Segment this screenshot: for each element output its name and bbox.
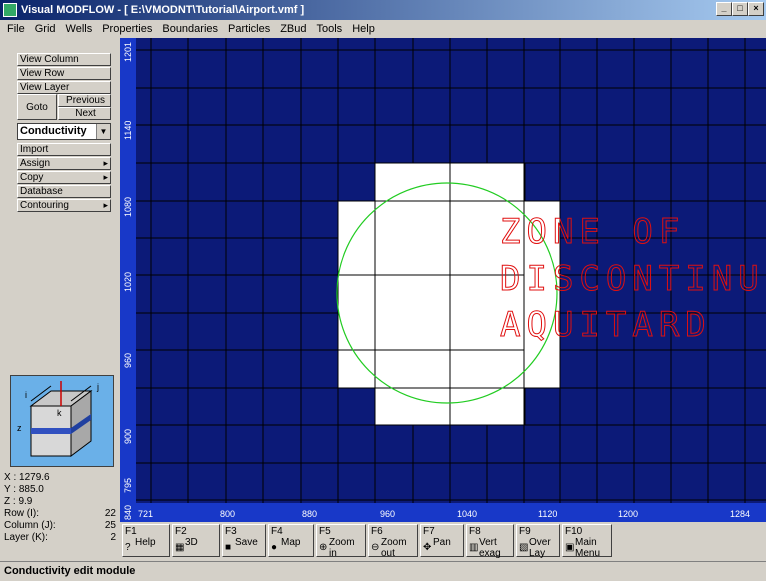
view-layer-button[interactable]: View Layer — [17, 81, 111, 94]
save-icon: ■ — [225, 542, 232, 553]
next-button[interactable]: Next — [58, 107, 111, 120]
model-grid-canvas[interactable]: ZONE OF DISCONTINU AQUITARD 1201 1140 1080 10… — [120, 38, 766, 522]
title-bar: Visual MODFLOW - [ E:\VMODNT\Tutorial\Ai… — [0, 0, 766, 20]
svg-text:z: z — [17, 423, 22, 433]
f5-zoom-in-button[interactable]: F5 ⊕ Zoom in — [316, 524, 366, 559]
column-value: 25 — [104, 520, 116, 531]
f6-zoom-out-button[interactable]: F6 ⊖ Zoom out — [368, 524, 418, 559]
zone-label: DISCONTINU — [500, 259, 765, 299]
help-icon: ? — [125, 542, 131, 553]
import-button[interactable]: Import — [17, 143, 111, 156]
y-tick-label: 1020 — [123, 272, 133, 292]
f2-3d-button[interactable]: F2 ▦ 3D — [172, 524, 220, 557]
x-tick-label: 1040 — [457, 509, 477, 519]
y-tick-label: 1080 — [123, 197, 133, 217]
maximize-button[interactable]: □ — [732, 2, 748, 16]
property-select-value: Conductivity — [20, 125, 87, 137]
y-tick-label: 960 — [123, 353, 133, 368]
y-tick-label: 795 — [123, 478, 133, 493]
y-tick-label: 840 — [123, 505, 133, 520]
x-tick-label: 880 — [302, 509, 317, 519]
chevron-down-icon[interactable]: ▼ — [96, 124, 110, 139]
svg-text:k: k — [57, 408, 62, 418]
y-tick-label: 1140 — [123, 121, 133, 140]
zoom-out-icon: ⊖ — [371, 542, 380, 553]
model-view[interactable]: ZONE OF DISCONTINU AQUITARD 1201 1140 1080 10… — [120, 38, 766, 522]
menu-help[interactable]: Help — [347, 23, 380, 35]
3d-icon: ▦ — [175, 542, 185, 553]
svg-text:i: i — [25, 390, 27, 400]
x-tick-label: 800 — [220, 509, 235, 519]
zone-label: ZONE OF — [500, 212, 685, 252]
property-select[interactable]: Conductivity ▼ — [17, 123, 111, 140]
overlay-icon: ▧ — [519, 542, 529, 553]
f3-save-button[interactable]: F3 ■ Save — [222, 524, 266, 557]
menu-zbud[interactable]: ZBud — [275, 23, 311, 35]
copy-button[interactable]: Copy — [17, 171, 111, 184]
svg-text:j: j — [96, 382, 99, 392]
f1-help-button[interactable]: F1 ? Help — [122, 524, 170, 557]
app-icon — [3, 3, 17, 17]
column-label: Column (J): — [4, 520, 56, 531]
layer-label: Layer (K): — [4, 532, 48, 543]
main-menu-icon: ▣ — [565, 542, 575, 553]
x-tick-label: 721 — [138, 509, 153, 519]
left-panel: View Column View Row View Layer Goto Pre… — [0, 38, 120, 561]
x-tick-label: 1200 — [618, 509, 638, 519]
goto-button[interactable]: Goto — [17, 94, 57, 120]
coordinate-readout: X : 1279.6 Y : 885.0 Z : 9.9 Row (I): 22 … — [4, 472, 116, 544]
y-tick-label: 1201 — [123, 42, 133, 62]
assign-button[interactable]: Assign — [17, 157, 111, 170]
menu-wells[interactable]: Wells — [61, 23, 98, 35]
layer-value: 2 — [110, 532, 116, 543]
x-readout: X : 1279.6 — [4, 472, 50, 483]
x-tick-label: 1284 — [730, 509, 750, 519]
zoom-in-icon: ⊕ — [319, 542, 328, 553]
menu-particles[interactable]: Particles — [223, 23, 275, 35]
status-bar: Conductivity edit module — [0, 561, 766, 581]
menu-properties[interactable]: Properties — [97, 23, 157, 35]
row-value: 22 — [104, 508, 116, 519]
vert-exag-icon: ▥ — [469, 542, 479, 553]
close-button[interactable]: × — [748, 2, 764, 16]
f8-vert-exag-button[interactable]: F8 ▥ Vert exag — [466, 524, 514, 559]
previous-button[interactable]: Previous — [58, 94, 111, 107]
row-label: Row (I): — [4, 508, 39, 519]
f10-main-menu-button[interactable]: F10 ▣ Main Menu — [562, 524, 612, 559]
x-tick-label: 1120 — [538, 509, 557, 519]
contouring-button[interactable]: Contouring — [17, 199, 111, 212]
window-title: Visual MODFLOW - [ E:\VMODNT\Tutorial\Ai… — [21, 4, 305, 16]
map-icon: ● — [271, 542, 278, 553]
menu-grid[interactable]: Grid — [30, 23, 61, 35]
view-row-button[interactable]: View Row — [17, 67, 111, 80]
f4-map-button[interactable]: F4 ● Map — [268, 524, 314, 557]
minimize-button[interactable]: _ — [716, 2, 732, 16]
pan-icon: ✥ — [423, 542, 432, 553]
zone-label: AQUITARD — [500, 305, 712, 345]
orientation-cube-icon: i j k z — [10, 375, 114, 467]
y-tick-label: 900 — [123, 429, 133, 444]
f9-overlay-button[interactable]: F9 ▧ Over Lay — [516, 524, 560, 559]
menu-bar: File Grid Wells Properties Boundaries Pa… — [0, 20, 766, 38]
function-key-bar: F1 ? Help F2 ▦ 3D F3 ■ Save F4 ● Map F5 … — [120, 522, 766, 560]
menu-tools[interactable]: Tools — [312, 23, 348, 35]
menu-boundaries[interactable]: Boundaries — [157, 23, 223, 35]
database-button[interactable]: Database — [17, 185, 111, 198]
f7-pan-button[interactable]: F7 ✥ Pan — [420, 524, 464, 557]
view-column-button[interactable]: View Column — [17, 53, 111, 66]
x-tick-label: 960 — [380, 509, 395, 519]
menu-file[interactable]: File — [2, 23, 30, 35]
y-readout: Y : 885.0 — [4, 484, 44, 495]
z-readout: Z : 9.9 — [4, 496, 33, 507]
